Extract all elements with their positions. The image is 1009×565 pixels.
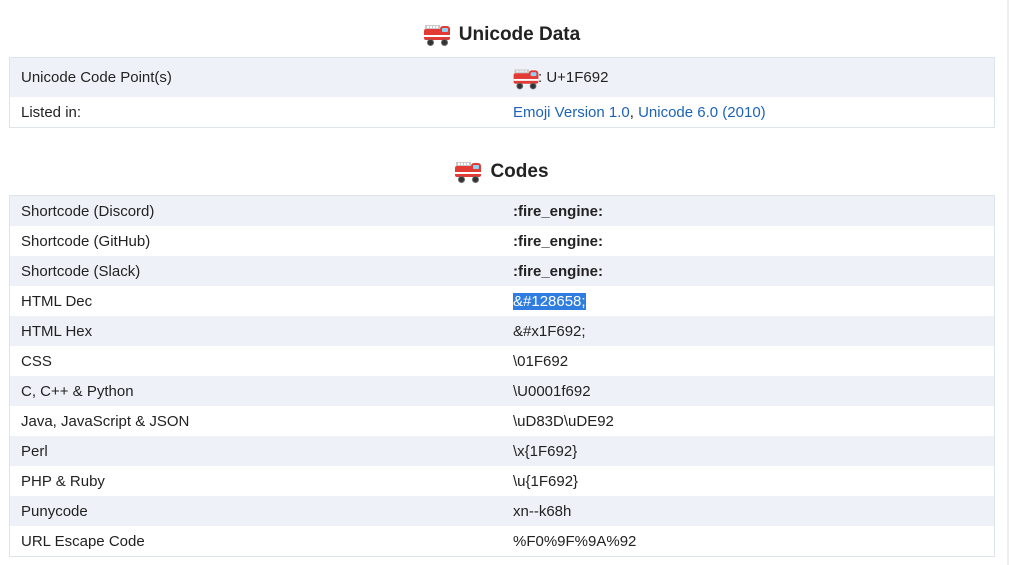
row-label: Shortcode (Slack) xyxy=(21,262,141,280)
table-row: Shortcode (GitHub) :fire_engine: xyxy=(10,226,994,256)
row-value[interactable]: :fire_engine: xyxy=(513,233,603,250)
row-value[interactable]: :fire_engine: xyxy=(513,263,603,280)
unicode-data-heading: Unicode Data xyxy=(9,20,995,50)
table-row: Perl \x{1F692} xyxy=(10,436,994,466)
row-label: HTML Dec xyxy=(21,292,93,310)
row-label: PHP & Ruby xyxy=(21,472,105,490)
table-row: Listed in: Emoji Version 1.0 , Unicode 6… xyxy=(10,97,994,127)
row-label: Punycode xyxy=(21,502,88,520)
table-row: Java, JavaScript & JSON \uD83D\uDE92 xyxy=(10,406,994,436)
unicode-version-link[interactable]: Unicode 6.0 (2010) xyxy=(638,104,766,121)
table-row: Punycode xn--k68h xyxy=(10,496,994,526)
table-row: CSS \01F692 xyxy=(10,346,994,376)
fire-engine-icon xyxy=(423,24,450,46)
row-value[interactable]: \01F692 xyxy=(513,353,568,370)
table-row: C, C++ & Python \U0001f692 xyxy=(10,376,994,406)
row-label: Perl xyxy=(21,442,48,460)
table-row: Shortcode (Discord) :fire_engine: xyxy=(10,196,994,226)
selected-row-value[interactable]: &#128658; xyxy=(513,292,586,310)
row-label: C, C++ & Python xyxy=(21,382,134,400)
row-value[interactable]: \U0001f692 xyxy=(513,383,591,400)
row-label: Listed in: xyxy=(21,103,82,121)
row-label: HTML Hex xyxy=(21,322,93,340)
table-row: Unicode Code Point(s) : U+1F692 xyxy=(10,58,994,97)
unicode-data-table: Unicode Code Point(s) : U+1F692 Listed i… xyxy=(9,57,995,128)
row-value[interactable]: xn--k68h xyxy=(513,503,571,520)
codes-title: Codes xyxy=(490,161,549,182)
row-label: CSS xyxy=(21,352,52,370)
link-separator: , xyxy=(629,103,639,121)
row-value[interactable]: \x{1F692} xyxy=(513,443,577,460)
table-row: PHP & Ruby \u{1F692} xyxy=(10,466,994,496)
row-value[interactable]: :fire_engine: xyxy=(513,203,603,220)
table-row: HTML Hex &#x1F692; xyxy=(10,316,994,346)
table-row: Shortcode (Slack) :fire_engine: xyxy=(10,256,994,286)
codes-table: Shortcode (Discord) :fire_engine: Shortc… xyxy=(9,195,995,557)
row-value[interactable]: \u{1F692} xyxy=(513,473,578,490)
row-label: Unicode Code Point(s) xyxy=(21,69,172,86)
row-value[interactable]: &#x1F692; xyxy=(513,323,586,340)
row-label: Shortcode (Discord) xyxy=(21,202,155,220)
codes-heading: Codes xyxy=(9,157,995,187)
row-value[interactable]: %F0%9F%9A%92 xyxy=(513,533,636,550)
emoji-version-link[interactable]: Emoji Version 1.0 xyxy=(513,104,630,121)
row-value[interactable]: \uD83D\uDE92 xyxy=(513,413,614,430)
table-row: URL Escape Code %F0%9F%9A%92 xyxy=(10,526,994,556)
code-point-text: : U+1F692 xyxy=(538,69,609,86)
unicode-data-title: Unicode Data xyxy=(458,24,581,45)
listed-in-value: Emoji Version 1.0 , Unicode 6.0 (2010) xyxy=(513,104,766,121)
row-label: Shortcode (GitHub) xyxy=(21,232,151,250)
fire-engine-icon xyxy=(513,68,539,89)
table-row: HTML Dec &#128658; xyxy=(10,286,994,316)
row-label: Java, JavaScript & JSON xyxy=(21,412,190,430)
code-point-value: : U+1F692 xyxy=(513,68,609,89)
fire-engine-icon xyxy=(455,161,482,183)
row-label: URL Escape Code xyxy=(21,532,145,550)
